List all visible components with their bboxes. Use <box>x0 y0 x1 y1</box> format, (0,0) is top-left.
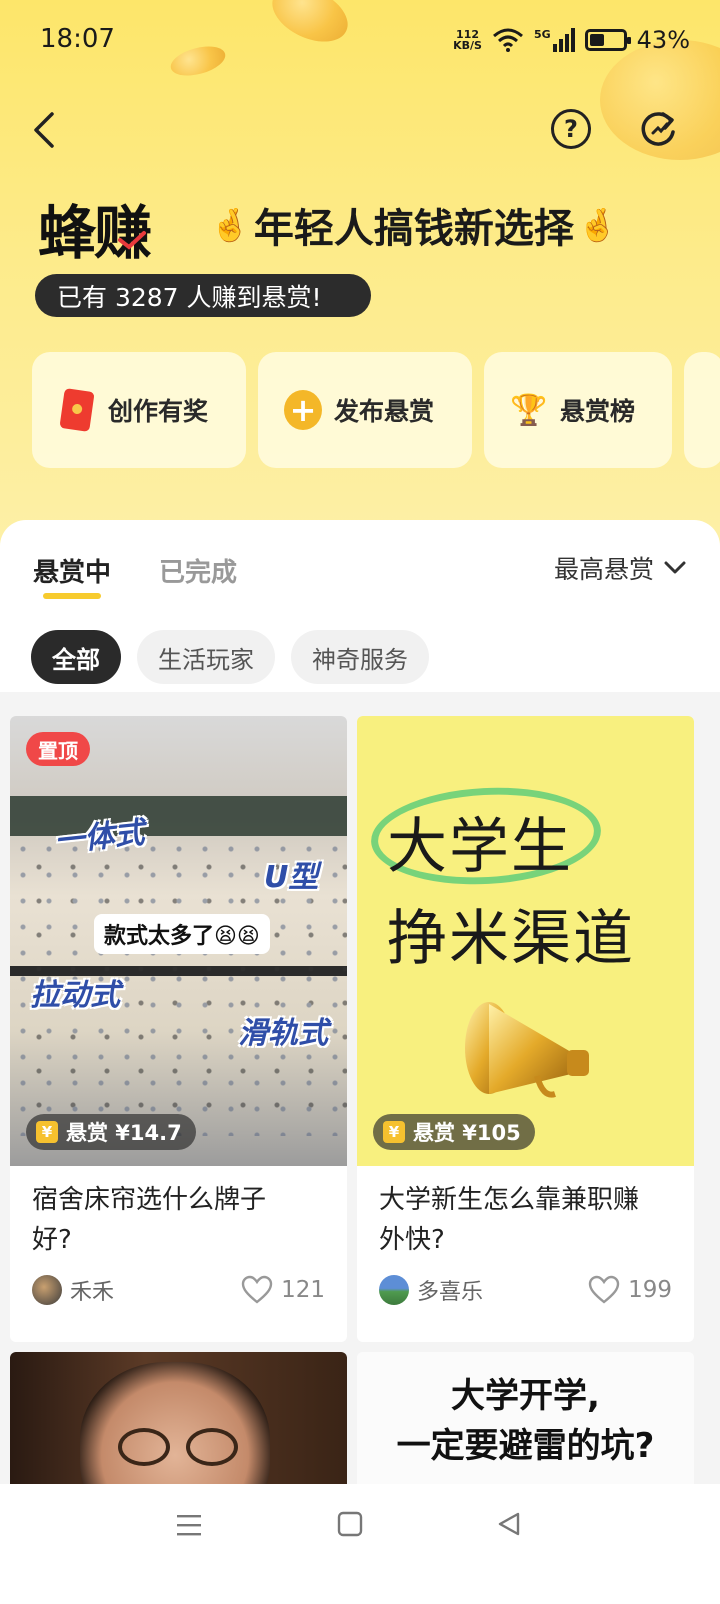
reward-badge: ¥ 悬赏 ¥105 <box>373 1114 535 1150</box>
author[interactable]: 禾禾 <box>32 1274 114 1306</box>
card-title: 大学新生怎么靠兼职赚 外快? <box>357 1166 694 1260</box>
signal-type: 5G <box>533 28 551 41</box>
image-caption: 拉动式 <box>30 978 120 1013</box>
signal-indicator: 5G <box>534 28 575 52</box>
author-name: 多喜乐 <box>417 1280 484 1305</box>
bounty-card[interactable] <box>10 1352 347 1492</box>
person-photo <box>80 1362 270 1492</box>
card-meta: 禾禾 121 <box>10 1260 347 1306</box>
status-bar: 18:07 112 KB/S 5G 43% <box>0 0 720 84</box>
refresh-icon <box>641 112 675 146</box>
image-caption: 挣米渠道 <box>387 904 635 974</box>
sort-label: 最高悬赏 <box>553 555 654 584</box>
reward-badge: ¥ 悬赏 ¥14.7 <box>26 1114 196 1150</box>
quick-action-publish-bounty[interactable]: + 发布悬赏 <box>258 352 472 468</box>
refresh-button[interactable] <box>637 108 679 150</box>
quick-action-bounty-ranking[interactable]: 🏆 悬赏榜 <box>484 352 672 468</box>
brand-logo: 蜂赚 <box>38 199 152 267</box>
image-caption: 一定要避雷的坑? <box>396 1426 655 1466</box>
card-image: 大学开学, 一定要避雷的坑? <box>357 1352 694 1492</box>
yen-icon: ¥ <box>36 1121 58 1143</box>
filter-all[interactable]: 全部 <box>31 630 121 684</box>
tab-in-progress[interactable]: 悬赏中 <box>33 552 111 599</box>
crossed-fingers-icon: 🤞 <box>577 206 618 244</box>
image-caption: 滑轨式 <box>238 1016 328 1051</box>
card-title-line: 好? <box>32 1225 72 1255</box>
plus-bubble-icon: + <box>284 390 322 430</box>
like-count: 199 <box>628 1277 672 1303</box>
chevron-left-icon <box>34 112 54 148</box>
battery-percent: 43% <box>636 26 690 54</box>
glasses-decoration <box>186 1428 238 1466</box>
author[interactable]: 多喜乐 <box>379 1274 483 1306</box>
trophy-icon: 🏆 <box>510 392 548 428</box>
network-speed: 112 KB/S <box>453 29 482 51</box>
image-caption: U型 <box>264 860 319 895</box>
status-indicators: 112 KB/S 5G 43% <box>453 26 690 54</box>
card-title-line: 宿舍床帘选什么牌子 <box>32 1185 267 1215</box>
system-nav-bar <box>0 1484 720 1604</box>
card-title-line: 外快? <box>379 1225 445 1255</box>
check-mark-icon <box>118 231 146 250</box>
like-button[interactable]: 121 <box>241 1275 325 1305</box>
home-icon[interactable] <box>337 1511 363 1537</box>
card-title-line: 大学新生怎么靠兼职赚 <box>379 1185 640 1215</box>
slogan-text: 年轻人搞钱新选择 <box>253 206 574 252</box>
battery-icon <box>584 29 631 51</box>
tab-completed[interactable]: 已完成 <box>159 552 237 589</box>
quick-actions: 创作有奖 + 发布悬赏 🏆 悬赏榜 <box>32 352 720 468</box>
signal-icon <box>552 28 575 52</box>
card-image <box>10 1352 347 1492</box>
card-image: 一体式 U型 款式太多了😫😫 拉动式 滑轨式 置顶 ¥ 悬赏 ¥14.7 <box>10 716 347 1166</box>
earned-count-banner: 已有 3287 人赚到悬赏! <box>35 274 371 317</box>
image-caption: 一体式 <box>52 815 146 860</box>
menu-icon[interactable] <box>175 1512 203 1538</box>
bounty-card[interactable]: 一体式 U型 款式太多了😫😫 拉动式 滑轨式 置顶 ¥ 悬赏 ¥14.7 宿舍床… <box>10 716 347 1342</box>
quick-action-label: 创作有奖 <box>108 397 209 426</box>
wifi-icon <box>492 28 523 52</box>
crossed-fingers-icon: 🤞 <box>210 206 250 244</box>
image-caption: 大学开学, <box>451 1376 600 1416</box>
filter-life-player[interactable]: 生活玩家 <box>137 630 275 684</box>
like-count: 121 <box>281 1277 325 1303</box>
heart-icon <box>588 1275 620 1304</box>
image-caption: 款式太多了😫😫 <box>94 914 270 954</box>
battery-level <box>589 34 605 46</box>
bounty-card[interactable]: 大学开学, 一定要避雷的坑? <box>357 1352 694 1492</box>
quick-action-label: 发布悬赏 <box>334 397 435 426</box>
status-time: 18:07 <box>40 24 115 54</box>
author-name: 禾禾 <box>70 1280 115 1305</box>
avatar <box>379 1275 409 1305</box>
status-tabs: 悬赏中 已完成 <box>33 552 237 599</box>
reward-amount: 悬赏 ¥14.7 <box>66 1121 182 1145</box>
back-button[interactable] <box>28 108 68 152</box>
sort-dropdown[interactable]: 最高悬赏 <box>554 550 686 586</box>
red-packet-icon <box>58 388 96 432</box>
quick-action-create-reward[interactable]: 创作有奖 <box>32 352 246 468</box>
megaphone-icon <box>465 1002 589 1098</box>
question-icon: ? <box>564 115 578 143</box>
back-triangle-icon[interactable] <box>496 1511 522 1537</box>
network-speed-unit: KB/S <box>453 39 482 52</box>
chevron-down-icon <box>664 561 686 574</box>
bounty-card[interactable]: 大学生 挣米渠道 ¥ 悬赏 ¥105 大学新生怎么靠兼职赚 外快? 多喜乐 19… <box>357 716 694 1342</box>
glasses-decoration <box>118 1428 170 1466</box>
image-caption: 大学生 <box>387 812 573 882</box>
card-title: 宿舍床帘选什么牌子 好? <box>10 1166 347 1260</box>
pinned-badge: 置顶 <box>26 732 90 766</box>
avatar <box>32 1275 62 1305</box>
quick-action-label: 悬赏榜 <box>560 397 636 426</box>
like-button[interactable]: 199 <box>588 1275 672 1305</box>
card-meta: 多喜乐 199 <box>357 1260 694 1306</box>
yen-icon: ¥ <box>383 1121 405 1143</box>
reward-amount: 悬赏 ¥105 <box>413 1121 521 1145</box>
bounty-feed: 一体式 U型 款式太多了😫😫 拉动式 滑轨式 置顶 ¥ 悬赏 ¥14.7 宿舍床… <box>0 692 720 1492</box>
help-button[interactable]: ? <box>551 109 591 149</box>
quick-action-more[interactable] <box>684 352 720 468</box>
category-filters: 全部 生活玩家 神奇服务 <box>31 630 429 684</box>
slogan: 🤞 年轻人搞钱新选择 🤞 <box>206 196 622 254</box>
heart-icon <box>241 1275 273 1304</box>
card-image: 大学生 挣米渠道 ¥ 悬赏 ¥105 <box>357 716 694 1166</box>
filter-magic-service[interactable]: 神奇服务 <box>291 630 429 684</box>
